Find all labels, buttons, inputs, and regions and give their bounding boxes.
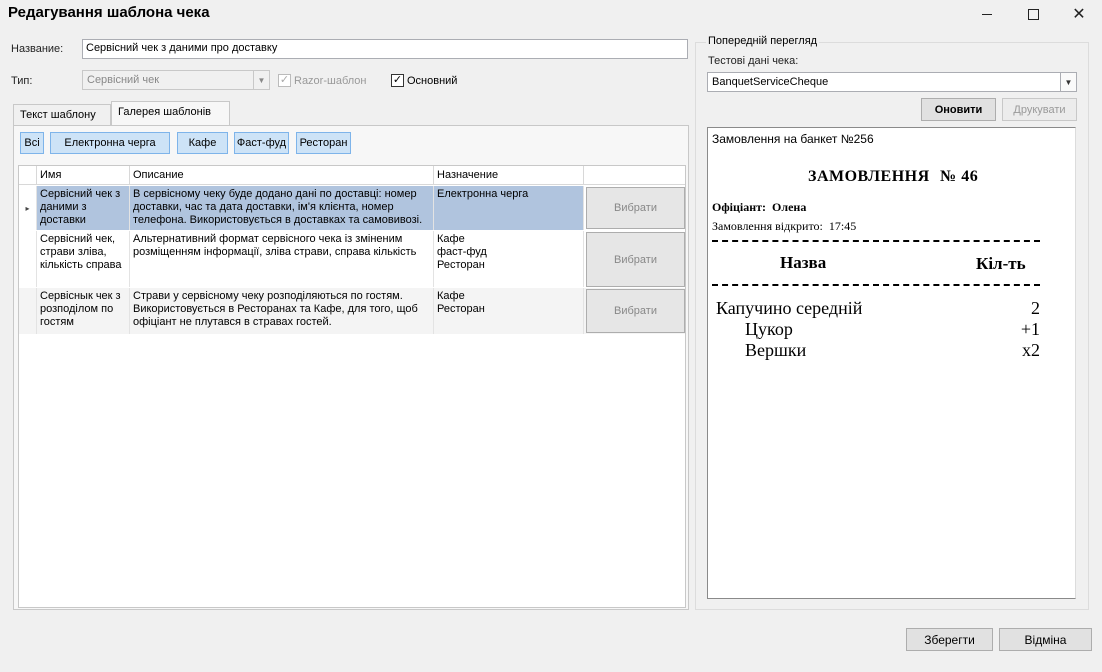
type-select-value: Сервісний чек bbox=[87, 74, 160, 86]
type-label: Тип: bbox=[11, 75, 33, 87]
row-name: Сервісний чек, страви зліва, кількість с… bbox=[37, 231, 130, 287]
receipt-item-name: Вершки bbox=[745, 340, 807, 360]
close-icon: ✕ bbox=[1072, 6, 1086, 23]
filter-all-button[interactable]: Всі bbox=[20, 132, 44, 154]
select-template-button[interactable]: Вибрати bbox=[586, 289, 685, 333]
table-row[interactable]: ▸ Сервісний чек з даними з доставки В се… bbox=[19, 186, 685, 230]
receipt-order-title: ЗАМОВЛЕННЯ № 46 bbox=[808, 168, 978, 186]
filter-restaurant-button[interactable]: Ресторан bbox=[296, 132, 351, 154]
checkbox-icon: ✓ bbox=[278, 74, 291, 87]
title-bar: Редагування шаблона чека ✕ bbox=[0, 0, 1102, 30]
filter-electronic-queue-button[interactable]: Електронна черга bbox=[50, 132, 170, 154]
select-template-button[interactable]: Вибрати bbox=[586, 232, 685, 287]
razor-template-checkbox[interactable]: ✓ Razor-шаблон bbox=[278, 74, 367, 87]
main-checkbox[interactable]: ✓ Основний bbox=[391, 74, 457, 87]
receipt-item-qty: x2 bbox=[1022, 340, 1040, 360]
name-label: Название: bbox=[11, 43, 64, 55]
waiter-label: Офіціант: bbox=[712, 200, 767, 214]
row-marker bbox=[19, 288, 37, 334]
receipt-header: Замовлення на банкет №256 bbox=[712, 132, 874, 146]
test-data-select-value: BanquetServiceCheque bbox=[712, 76, 829, 88]
receipt-opened: Замовлення відкрито: 17:45 bbox=[712, 219, 856, 234]
main-label: Основний bbox=[407, 74, 458, 87]
tab-template-text[interactable]: Текст шаблону bbox=[13, 104, 111, 126]
minimize-button[interactable] bbox=[964, 0, 1010, 28]
receipt-order-number: № 46 bbox=[940, 168, 979, 185]
receipt-waiter: Офіціант: Олена bbox=[712, 200, 806, 215]
header-name[interactable]: Имя bbox=[37, 166, 130, 185]
receipt-order-label: ЗАМОВЛЕННЯ bbox=[808, 168, 930, 185]
close-button[interactable]: ✕ bbox=[1056, 0, 1102, 28]
row-destination: Кафе фаст-фуд Ресторан bbox=[434, 231, 584, 287]
razor-template-label: Razor-шаблон bbox=[294, 74, 367, 87]
print-button[interactable]: Друкувати bbox=[1002, 98, 1077, 121]
checkbox-icon: ✓ bbox=[391, 74, 404, 87]
row-description: В сервісному чеку буде додано дані по до… bbox=[130, 186, 434, 230]
opened-time: 17:45 bbox=[828, 219, 857, 233]
table-row[interactable]: Сервіснык чек з розподілом по гостям Стр… bbox=[19, 288, 685, 334]
templates-grid: Имя Описание Назначение ▸ Сервісний чек … bbox=[18, 165, 686, 608]
test-data-select[interactable]: BanquetServiceCheque ▼ bbox=[707, 72, 1077, 92]
receipt-item-name: Цукор bbox=[745, 319, 793, 339]
opened-label: Замовлення відкрито: bbox=[712, 219, 823, 233]
receipt-preview: Замовлення на банкет №256 ЗАМОВЛЕННЯ № 4… bbox=[707, 127, 1076, 599]
window-title: Редагування шаблона чека bbox=[8, 4, 210, 21]
row-name: Сервіснык чек з розподілом по гостям bbox=[37, 288, 130, 334]
name-field[interactable]: Сервісний чек з даними про доставку bbox=[82, 39, 688, 59]
tab-template-gallery[interactable]: Галерея шаблонів bbox=[111, 101, 230, 126]
type-select[interactable]: Сервісний чек ▼ bbox=[82, 70, 270, 90]
row-destination: Електронна черга bbox=[434, 186, 584, 230]
header-destination[interactable]: Назначение bbox=[434, 166, 584, 185]
filter-cafe-button[interactable]: Кафе bbox=[177, 132, 228, 154]
refresh-button[interactable]: Оновити bbox=[921, 98, 996, 121]
receipt-col-name: Назва bbox=[780, 253, 827, 272]
row-name: Сервісний чек з даними з доставки bbox=[37, 186, 130, 230]
table-row[interactable]: Сервісний чек, страви зліва, кількість с… bbox=[19, 231, 685, 287]
waiter-name: Олена bbox=[772, 200, 807, 214]
cancel-button[interactable]: Відміна bbox=[999, 628, 1092, 651]
chevron-down-icon: ▼ bbox=[1060, 73, 1076, 91]
preview-group-title: Попередній перегляд bbox=[706, 35, 820, 47]
header-marker bbox=[19, 166, 37, 185]
row-description: Страви у сервісному чеку розподіляються … bbox=[130, 288, 434, 334]
current-row-icon: ▸ bbox=[19, 186, 37, 230]
receipt-col-qty: Кіл-ть bbox=[976, 254, 1026, 273]
chevron-down-icon: ▼ bbox=[253, 71, 269, 89]
minimize-icon bbox=[982, 13, 992, 15]
select-template-button[interactable]: Вибрати bbox=[586, 187, 685, 229]
receipt-item-qty: 2 bbox=[1031, 298, 1040, 318]
grid-header: Имя Описание Назначение bbox=[19, 166, 685, 185]
save-button[interactable]: Зберегти bbox=[906, 628, 993, 651]
row-destination: Кафе Ресторан bbox=[434, 288, 584, 334]
receipt-divider bbox=[712, 240, 1040, 242]
maximize-button[interactable] bbox=[1010, 0, 1056, 28]
receipt-divider bbox=[712, 284, 1040, 286]
receipt-item-qty: +1 bbox=[1020, 319, 1040, 339]
test-data-label: Тестові дані чека: bbox=[708, 55, 799, 67]
row-marker bbox=[19, 231, 37, 287]
maximize-icon bbox=[1027, 8, 1039, 20]
receipt-item-name: Капучино середній bbox=[716, 298, 863, 318]
header-description[interactable]: Описание bbox=[130, 166, 434, 185]
row-description: Альтернативний формат сервісного чека із… bbox=[130, 231, 434, 287]
filter-fastfood-button[interactable]: Фаст-фуд bbox=[234, 132, 289, 154]
